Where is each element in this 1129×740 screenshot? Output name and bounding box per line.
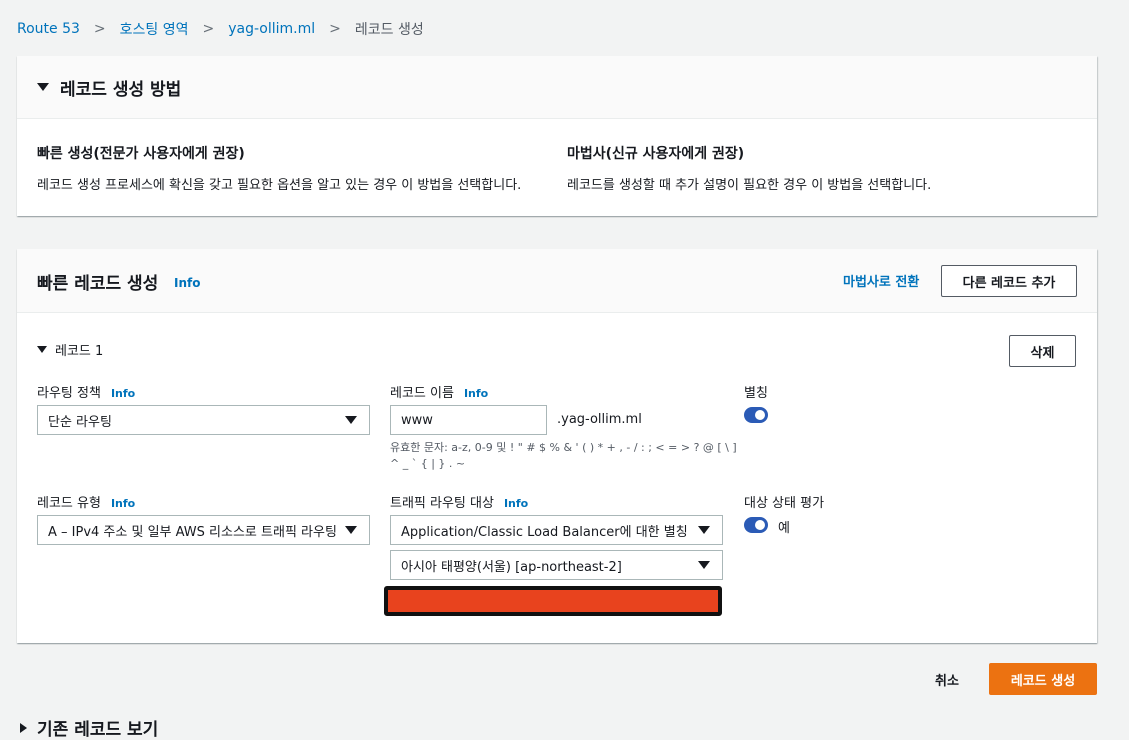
breadcrumb-route53[interactable]: Route 53 <box>17 21 80 37</box>
alias-toggle[interactable] <box>744 407 768 423</box>
routing-policy-value: 단순 라우팅 <box>48 414 112 430</box>
region-select[interactable]: 아시아 태평양(서울) [ap-northeast-2] <box>390 550 723 580</box>
record-name-hint: 유효한 문자: a-z, 0-9 및 ! " # $ % & ' ( ) * +… <box>390 440 737 472</box>
caret-right-icon <box>20 722 27 733</box>
routing-policy-select[interactable]: 단순 라우팅 <box>37 405 370 435</box>
health-label: 대상 상태 평가 <box>744 496 825 511</box>
health-toggle[interactable] <box>744 517 768 533</box>
record-type-label: 레코드 유형 Info <box>37 492 135 511</box>
chevron-right-icon: > <box>93 21 106 37</box>
existing-records-toggle[interactable]: 기존 레코드 보기 <box>20 715 158 740</box>
record-1-toggle[interactable]: 레코드 1 <box>37 340 103 359</box>
hint-line-2: ^ _ ` { | } . ~ <box>390 457 466 470</box>
wizard-option[interactable]: 마법사(신규 사용자에게 권장) 레코드를 생성할 때 추가 설명이 필요한 경… <box>567 143 931 193</box>
method-panel-header[interactable]: 레코드 생성 방법 <box>17 56 1097 119</box>
create-record-button[interactable]: 레코드 생성 <box>989 663 1097 695</box>
add-record-button[interactable]: 다른 레코드 추가 <box>941 265 1077 297</box>
routing-policy-label: 라우팅 정책 Info <box>37 382 135 401</box>
quick-record-header: 빠른 레코드 생성 Info 마법사로 전환 다른 레코드 추가 <box>17 249 1097 313</box>
traffic-target-value: Application/Classic Load Balancer에 대한 별칭 <box>401 524 688 540</box>
info-link[interactable]: Info <box>504 497 528 510</box>
method-panel-title: 레코드 생성 방법 <box>60 79 182 100</box>
delete-button[interactable]: 삭제 <box>1009 335 1076 367</box>
chevron-right-icon: > <box>329 21 341 37</box>
info-link[interactable]: Info <box>111 387 135 400</box>
record-name-label: 레코드 이름 Info <box>390 382 488 401</box>
record-name-label-text: 레코드 이름 <box>390 386 454 401</box>
alias-label: 별칭 <box>744 386 768 401</box>
caret-down-icon <box>345 526 357 534</box>
breadcrumb: Route 53 > 호스팅 영역 > yag-ollim.ml > 레코드 생… <box>17 19 424 39</box>
switch-wizard-button[interactable]: 마법사로 전환 <box>843 271 919 290</box>
record-type-value: A – IPv4 주소 및 일부 AWS 리소스로 트래픽 라우팅 <box>48 524 337 540</box>
record-name-value: www <box>401 412 433 428</box>
traffic-target-select[interactable]: Application/Classic Load Balancer에 대한 별칭 <box>390 515 723 545</box>
traffic-target-label: 트래픽 라우팅 대상 Info <box>390 492 528 511</box>
info-link[interactable]: Info <box>111 497 135 510</box>
wizard-title: 마법사(신규 사용자에게 권장) <box>567 146 745 162</box>
info-link[interactable]: Info <box>174 276 200 290</box>
breadcrumb-hosted-zones[interactable]: 호스팅 영역 <box>120 19 189 39</box>
traffic-target-label-text: 트래픽 라우팅 대상 <box>390 496 494 511</box>
routing-policy-label-text: 라우팅 정책 <box>37 386 101 401</box>
quick-create-title: 빠른 생성(전문가 사용자에게 권장) <box>37 146 245 162</box>
wizard-desc: 레코드를 생성할 때 추가 설명이 필요한 경우 이 방법을 선택합니다. <box>567 178 932 193</box>
quick-create-desc: 레코드 생성 프로세스에 확신을 갖고 필요한 옵션을 알고 있는 경우 이 방… <box>37 178 522 193</box>
cancel-button[interactable]: 취소 <box>935 670 959 689</box>
record-name-input[interactable]: www <box>390 405 547 435</box>
record-1-title: 레코드 1 <box>55 344 104 359</box>
chevron-right-icon: > <box>202 21 215 37</box>
hint-line-1: 유효한 문자: a-z, 0-9 및 ! " # $ % & ' ( ) * +… <box>390 441 737 454</box>
method-panel: 레코드 생성 방법 빠른 생성(전문가 사용자에게 권장) 레코드 생성 프로세… <box>17 56 1097 216</box>
caret-down-icon <box>345 416 357 424</box>
info-link[interactable]: Info <box>464 387 488 400</box>
quick-create-option[interactable]: 빠른 생성(전문가 사용자에게 권장) 레코드 생성 프로세스에 확신을 갖고 … <box>37 143 521 193</box>
caret-down-icon <box>698 526 710 534</box>
redacted-load-balancer-select[interactable] <box>384 586 722 616</box>
breadcrumb-current: 레코드 생성 <box>354 22 424 38</box>
region-value: 아시아 태평양(서울) [ap-northeast-2] <box>401 559 622 575</box>
breadcrumb-zone[interactable]: yag-ollim.ml <box>228 21 315 37</box>
existing-records-title: 기존 레코드 보기 <box>37 720 159 740</box>
record-type-label-text: 레코드 유형 <box>37 496 101 511</box>
caret-down-icon <box>698 561 710 569</box>
caret-down-icon <box>37 346 47 353</box>
record-type-select[interactable]: A – IPv4 주소 및 일부 AWS 리소스로 트래픽 라우팅 <box>37 515 370 545</box>
health-value: 예 <box>778 521 790 536</box>
domain-suffix: .yag-ollim.ml <box>557 412 642 427</box>
quick-record-title: 빠른 레코드 생성 <box>37 274 159 294</box>
caret-down-icon <box>37 83 49 91</box>
